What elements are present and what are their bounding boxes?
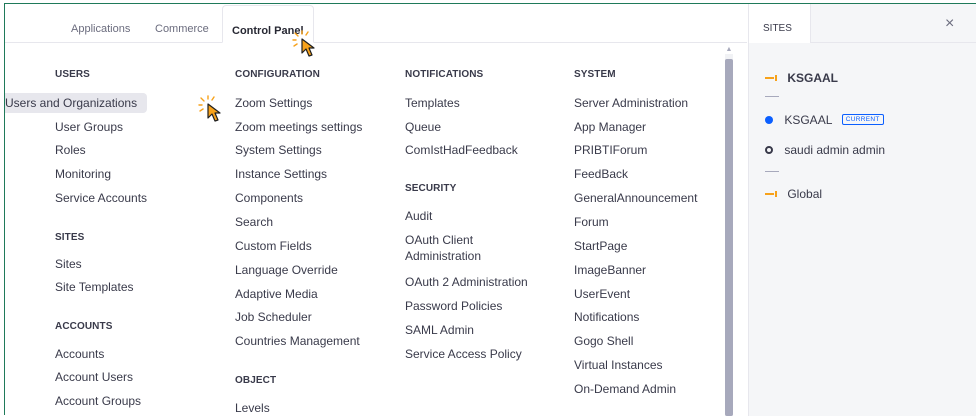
menu-item-gogo-shell[interactable]: Gogo Shell <box>574 333 633 349</box>
menu-item-account-groups[interactable]: Account Groups <box>55 393 141 409</box>
menu-item-on-demand-admin[interactable]: On-Demand Admin <box>574 381 676 397</box>
menu-item-user-groups[interactable]: User Groups <box>55 119 123 135</box>
flag-icon <box>765 190 777 197</box>
configuration-heading: CONFIGURATION <box>235 69 320 80</box>
site-item-current[interactable]: KSGAAL CURRENT <box>765 112 884 127</box>
menu-item-oauth-client-administration[interactable]: OAuth Client Administration <box>405 232 525 264</box>
menu-item-saml-admin[interactable]: SAML Admin <box>405 322 474 338</box>
menu-item-accounts[interactable]: Accounts <box>55 346 104 362</box>
close-icon[interactable]: × <box>945 16 954 32</box>
separator <box>765 171 779 172</box>
product-menu-tabs: Applications Commerce Control Panel <box>5 4 747 43</box>
tab-applications[interactable]: Applications <box>71 4 130 42</box>
current-site-name: KSGAAL <box>787 70 839 85</box>
menu-item-virtual-instances[interactable]: Virtual Instances <box>574 357 663 373</box>
menu-item-generalannouncement[interactable]: GeneralAnnouncement <box>574 190 697 206</box>
menu-item-components[interactable]: Components <box>235 190 303 206</box>
scrollbar-thumb[interactable] <box>725 59 733 416</box>
menu-item-zoom-meetings-settings[interactable]: Zoom meetings settings <box>235 119 362 135</box>
current-site-header[interactable]: KSGAAL <box>765 70 838 85</box>
current-badge: CURRENT <box>841 114 884 126</box>
pointer-cursor-icon <box>292 30 315 57</box>
menu-item-templates[interactable]: Templates <box>405 95 460 111</box>
menu-item-site-templates[interactable]: Site Templates <box>55 279 134 295</box>
scroll-up-arrow-icon[interactable]: ▲ <box>725 46 733 54</box>
control-panel-menu: Applications Commerce Control Panel USER… <box>5 4 747 416</box>
menu-item-notifications[interactable]: Notifications <box>574 309 639 325</box>
flag-icon <box>765 74 777 81</box>
site-item-label: KSGAAL <box>784 112 833 127</box>
global-label: Global <box>787 186 823 201</box>
menu-item-server-administration[interactable]: Server Administration <box>574 95 688 111</box>
circle-dot-icon <box>765 115 773 124</box>
tab-commerce[interactable]: Commerce <box>155 4 209 42</box>
menu-item-search[interactable]: Search <box>235 214 273 230</box>
sites-panel-tabs: SITES × <box>749 4 976 43</box>
menu-item-app-manager[interactable]: App Manager <box>574 119 646 135</box>
separator <box>765 96 779 97</box>
menu-item-account-users[interactable]: Account Users <box>55 369 133 385</box>
menu-item-password-policies[interactable]: Password Policies <box>405 298 502 314</box>
site-item-admin[interactable]: saudi admin admin <box>765 142 885 157</box>
menu-item-monitoring[interactable]: Monitoring <box>55 166 111 182</box>
site-item-label: saudi admin admin <box>784 142 886 157</box>
sites-heading: SITES <box>55 232 85 243</box>
system-heading: SYSTEM <box>574 69 616 80</box>
pointer-cursor-icon <box>198 95 221 122</box>
site-item-global[interactable]: Global <box>765 186 822 201</box>
menu-item-audit[interactable]: Audit <box>405 208 432 224</box>
menu-item-levels[interactable]: Levels <box>235 400 270 416</box>
menu-item-language-override[interactable]: Language Override <box>235 262 338 278</box>
menu-item-service-access-policy[interactable]: Service Access Policy <box>405 346 522 362</box>
object-heading: OBJECT <box>235 375 277 386</box>
menu-item-pribtiforum[interactable]: PRIBTIForum <box>574 142 647 158</box>
menu-item-queue[interactable]: Queue <box>405 119 441 135</box>
menu-item-imagebanner[interactable]: ImageBanner <box>574 262 646 278</box>
menu-item-job-scheduler[interactable]: Job Scheduler <box>235 309 312 325</box>
menu-item-userevent[interactable]: UserEvent <box>574 286 630 302</box>
menu-item-countries-management[interactable]: Countries Management <box>235 333 360 349</box>
users-heading: USERS <box>55 69 90 80</box>
menu-item-startpage[interactable]: StartPage <box>574 238 627 254</box>
menu-item-zoom-settings[interactable]: Zoom Settings <box>235 95 312 111</box>
ring-icon <box>765 145 773 154</box>
notifications-heading: NOTIFICATIONS <box>405 69 484 80</box>
security-heading: SECURITY <box>405 183 457 194</box>
menu-item-roles[interactable]: Roles <box>55 142 86 158</box>
menu-item-adaptive-media[interactable]: Adaptive Media <box>235 286 318 302</box>
menu-item-oauth-2-administration[interactable]: OAuth 2 Administration <box>405 274 528 290</box>
menu-item-comisthadfeedback[interactable]: ComIstHadFeedback <box>405 142 518 158</box>
accounts-heading: ACCOUNTS <box>55 321 113 332</box>
menu-item-feedback[interactable]: FeedBack <box>574 166 628 182</box>
sites-panel: SITES × KSGAAL KSGAAL CURRENT saudi admi… <box>748 4 976 416</box>
menu-item-system-settings[interactable]: System Settings <box>235 142 322 158</box>
menu-item-forum[interactable]: Forum <box>574 214 609 230</box>
menu-item-custom-fields[interactable]: Custom Fields <box>235 238 312 254</box>
menu-item-service-accounts[interactable]: Service Accounts <box>55 190 147 206</box>
tab-sites[interactable]: SITES <box>749 4 811 43</box>
menu-item-sites[interactable]: Sites <box>55 256 82 272</box>
menu-item-users-and-organizations[interactable]: Users and Organizations <box>5 93 148 113</box>
menu-item-instance-settings[interactable]: Instance Settings <box>235 166 327 182</box>
